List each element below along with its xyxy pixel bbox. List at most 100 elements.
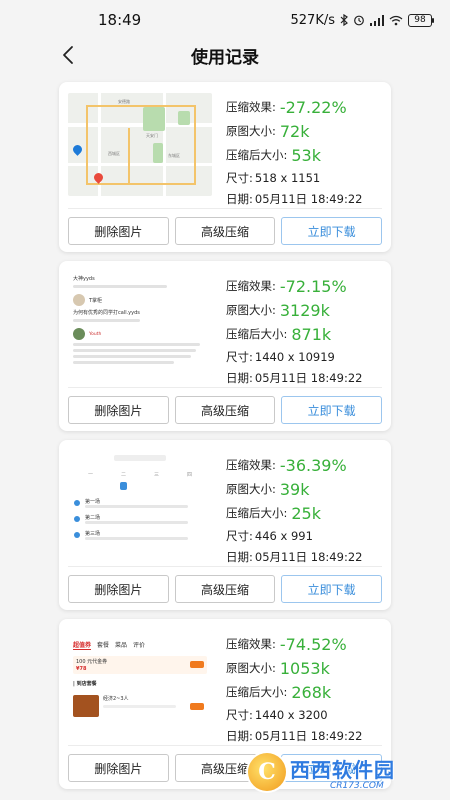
- calendar-thumbnail: 一 二 三 四 第一场 第二场 第三场: [68, 451, 212, 554]
- status-icons: 527K/s 98: [290, 12, 434, 28]
- label-original: 原图大小:: [226, 124, 276, 138]
- advanced-compress-button[interactable]: 高级压缩: [174, 217, 276, 245]
- chat-header: 大神yyds: [73, 276, 95, 282]
- download-button[interactable]: 立即下载: [281, 217, 383, 245]
- record-thumbnail-food[interactable]: 超值券 套餐 菜品 评价 100 元代金券 ¥78 | 到店套餐 经济2~3人: [68, 630, 212, 733]
- effect-value: -36.39%: [279, 455, 347, 475]
- record-thumbnail-map[interactable]: 安德路 天安门 东城区 西城区: [68, 93, 212, 196]
- date-value: 05月11日 18:49:22: [254, 728, 363, 743]
- watermark-text: 西西软件园: [290, 757, 395, 782]
- map-label: 安德路: [118, 99, 130, 104]
- calendar-day: 一: [88, 472, 94, 478]
- wifi-icon: [389, 15, 403, 26]
- status-time: 18:49: [98, 11, 142, 29]
- dimensions-value: 518 x 1151: [254, 170, 321, 185]
- record-info: 压缩效果: -72.15% 原图大小: 3129k 压缩后大小: 871k 尺寸: 14…: [226, 269, 362, 385]
- check-icon: [74, 516, 80, 522]
- food-thumbnail: 超值券 套餐 菜品 评价 100 元代金券 ¥78 | 到店套餐 经济2~3人: [68, 630, 212, 733]
- label-effect: 压缩效果:: [226, 279, 276, 293]
- date-value: 05月11日 18:49:22: [254, 370, 363, 385]
- date-value: 05月11日 18:49:22: [254, 191, 363, 206]
- network-speed: 527K/s: [290, 12, 336, 28]
- watermark-sub: CR173.COM: [330, 780, 384, 791]
- original-size-value: 3129k: [279, 300, 330, 320]
- coupon-price: ¥78: [76, 666, 87, 672]
- label-original: 原图大小:: [226, 482, 276, 496]
- alarm-icon: [353, 14, 365, 26]
- calendar-item: 第三场: [85, 531, 101, 537]
- food-tab: 评价: [133, 642, 146, 649]
- original-size-value: 39k: [279, 479, 310, 499]
- effect-value: -72.15%: [279, 276, 347, 296]
- food-tab: 套餐: [97, 642, 110, 649]
- map-label: 东城区: [168, 153, 180, 158]
- label-effect: 压缩效果:: [226, 458, 276, 472]
- chevron-left-icon: [63, 46, 73, 64]
- label-compressed: 压缩后大小:: [226, 148, 288, 162]
- dish-item: 经济2~3人: [73, 695, 207, 717]
- dimensions-value: 446 x 991: [254, 528, 313, 543]
- chat-quote: 为何有优秀的同学打call.yyds: [73, 310, 140, 316]
- label-date: 日期:: [226, 549, 253, 564]
- label-dimensions: 尺寸:: [226, 170, 253, 185]
- effect-value: -27.22%: [279, 97, 347, 117]
- label-date: 日期:: [226, 370, 253, 385]
- delete-image-button[interactable]: 删除图片: [68, 217, 169, 245]
- advanced-compress-button[interactable]: 高级压缩: [174, 396, 276, 424]
- compressed-size-value: 268k: [291, 682, 332, 702]
- advanced-compress-button[interactable]: 高级压缩: [174, 575, 276, 603]
- delete-image-button[interactable]: 删除图片: [68, 575, 169, 603]
- delete-image-button[interactable]: 删除图片: [68, 754, 169, 782]
- dish-name: 经济2~3人: [103, 696, 129, 702]
- nav-bar: 使用记录: [0, 40, 450, 70]
- signal-icon: [370, 14, 384, 26]
- label-original: 原图大小:: [226, 661, 276, 675]
- record-thumbnail-calendar[interactable]: 一 二 三 四 第一场 第二场 第三场: [68, 451, 212, 554]
- chat-name: T掌柜: [89, 297, 103, 304]
- food-tab: 菜品: [115, 642, 128, 649]
- check-icon: [74, 500, 80, 506]
- dish-image: [73, 695, 99, 717]
- battery-level: 98: [414, 15, 426, 25]
- page-title: 使用记录: [191, 47, 259, 68]
- compressed-size-value: 25k: [291, 503, 321, 523]
- label-compressed: 压缩后大小:: [226, 327, 288, 341]
- back-button[interactable]: [56, 42, 80, 68]
- effect-value: -74.52%: [279, 634, 347, 654]
- food-section: | 到店套餐: [73, 681, 97, 687]
- avatar: [73, 294, 85, 306]
- calendar-item: 第二场: [85, 515, 101, 521]
- record-list: 安德路 天安门 东城区 西城区 压缩效果: -27.22% 原图大小: 72k 压缩…: [59, 82, 391, 798]
- label-date: 日期:: [226, 191, 253, 206]
- label-dimensions: 尺寸:: [226, 349, 253, 364]
- chat-thumbnail: 大神yyds T掌柜 为何有优秀的同学打call.yyds Youth: [68, 272, 212, 375]
- label-effect: 压缩效果:: [226, 637, 276, 651]
- label-date: 日期:: [226, 728, 253, 743]
- record-info: 压缩效果: -27.22% 原图大小: 72k 压缩后大小: 53k 尺寸: 518 x…: [226, 90, 362, 206]
- original-size-value: 72k: [279, 121, 310, 141]
- map-label: 西城区: [108, 151, 120, 156]
- record-info: 压缩效果: -36.39% 原图大小: 39k 压缩后大小: 25k 尺寸: 446 x…: [226, 448, 362, 564]
- food-tab: 超值券: [73, 642, 92, 650]
- delete-image-button[interactable]: 删除图片: [68, 396, 169, 424]
- compressed-size-value: 53k: [291, 145, 321, 165]
- battery-icon: 98: [408, 13, 434, 27]
- watermark: C 西西软件园 CR173.COM: [248, 748, 448, 796]
- bluetooth-icon: [340, 14, 348, 26]
- record-thumbnail-chat[interactable]: 大神yyds T掌柜 为何有优秀的同学打call.yyds Youth: [68, 272, 212, 375]
- dimensions-value: 1440 x 10919: [254, 349, 335, 364]
- record-info: 压缩效果: -74.52% 原图大小: 1053k 压缩后大小: 268k 尺寸: 14…: [226, 627, 362, 743]
- calendar-item: 第一场: [85, 499, 101, 505]
- chat-tag: Youth: [89, 331, 102, 337]
- calendar-day: 三: [153, 472, 159, 478]
- label-effect: 压缩效果:: [226, 100, 276, 114]
- record-card: 大神yyds T掌柜 为何有优秀的同学打call.yyds Youth 压缩效果…: [59, 261, 391, 431]
- download-button[interactable]: 立即下载: [281, 575, 383, 603]
- record-card: 安德路 天安门 东城区 西城区 压缩效果: -27.22% 原图大小: 72k 压缩…: [59, 82, 391, 252]
- date-value: 05月11日 18:49:22: [254, 549, 363, 564]
- coupon: 100 元代金券 ¥78: [73, 656, 207, 674]
- download-button[interactable]: 立即下载: [281, 396, 383, 424]
- original-size-value: 1053k: [279, 658, 330, 678]
- coupon-title: 100 元代金券: [76, 659, 108, 665]
- map-label: 天安门: [146, 133, 158, 138]
